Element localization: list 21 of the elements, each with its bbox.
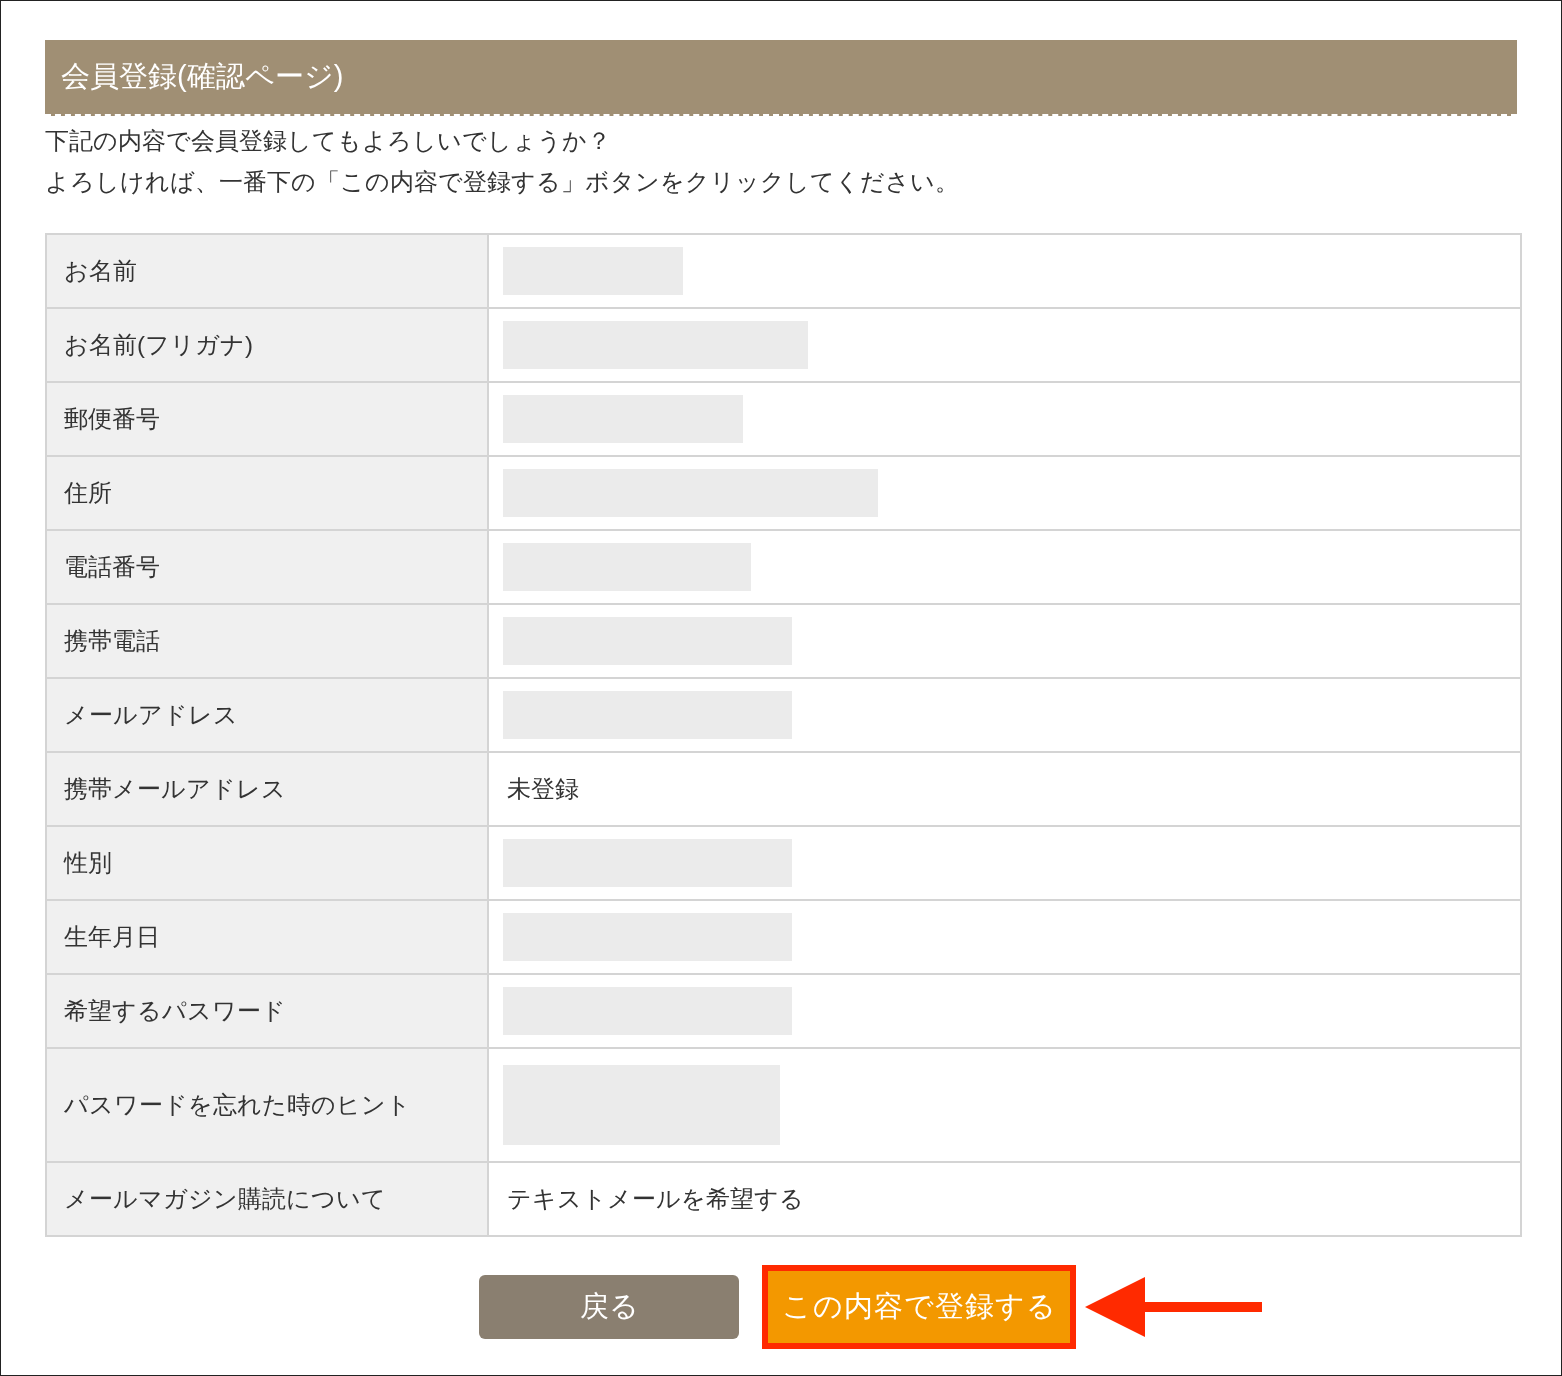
instruction-text: 下記の内容で会員登録してもよろしいでしょうか？: [45, 126, 612, 156]
register-button[interactable]: この内容で登録する: [762, 1265, 1076, 1349]
field-value: テキストメールを希望する: [506, 1185, 805, 1212]
field-label: メールマガジン購読について: [46, 1162, 488, 1236]
field-label: 性別: [46, 826, 488, 900]
field-label: お名前(フリガナ): [46, 308, 488, 382]
field-value: 未登録: [506, 775, 580, 802]
field-label: 住所: [46, 456, 488, 530]
field-label: 携帯メールアドレス: [46, 752, 488, 826]
field-label: 郵便番号: [46, 382, 488, 456]
field-label: 携帯電話: [46, 604, 488, 678]
field-label: 生年月日: [46, 900, 488, 974]
field-label: お名前: [46, 234, 488, 308]
field-label: 希望するパスワード: [46, 974, 488, 1048]
field-label: メールアドレス: [46, 678, 488, 752]
arrow-icon: [1085, 1277, 1262, 1337]
instruction-text: よろしければ、一番下の「この内容で登録する」ボタンをクリックしてください。: [45, 167, 960, 197]
back-button[interactable]: 戻る: [479, 1275, 739, 1339]
page-title: 会員登録(確認ページ): [61, 59, 344, 95]
field-label: 電話番号: [46, 530, 488, 604]
field-label: パスワードを忘れた時のヒント: [46, 1048, 488, 1162]
